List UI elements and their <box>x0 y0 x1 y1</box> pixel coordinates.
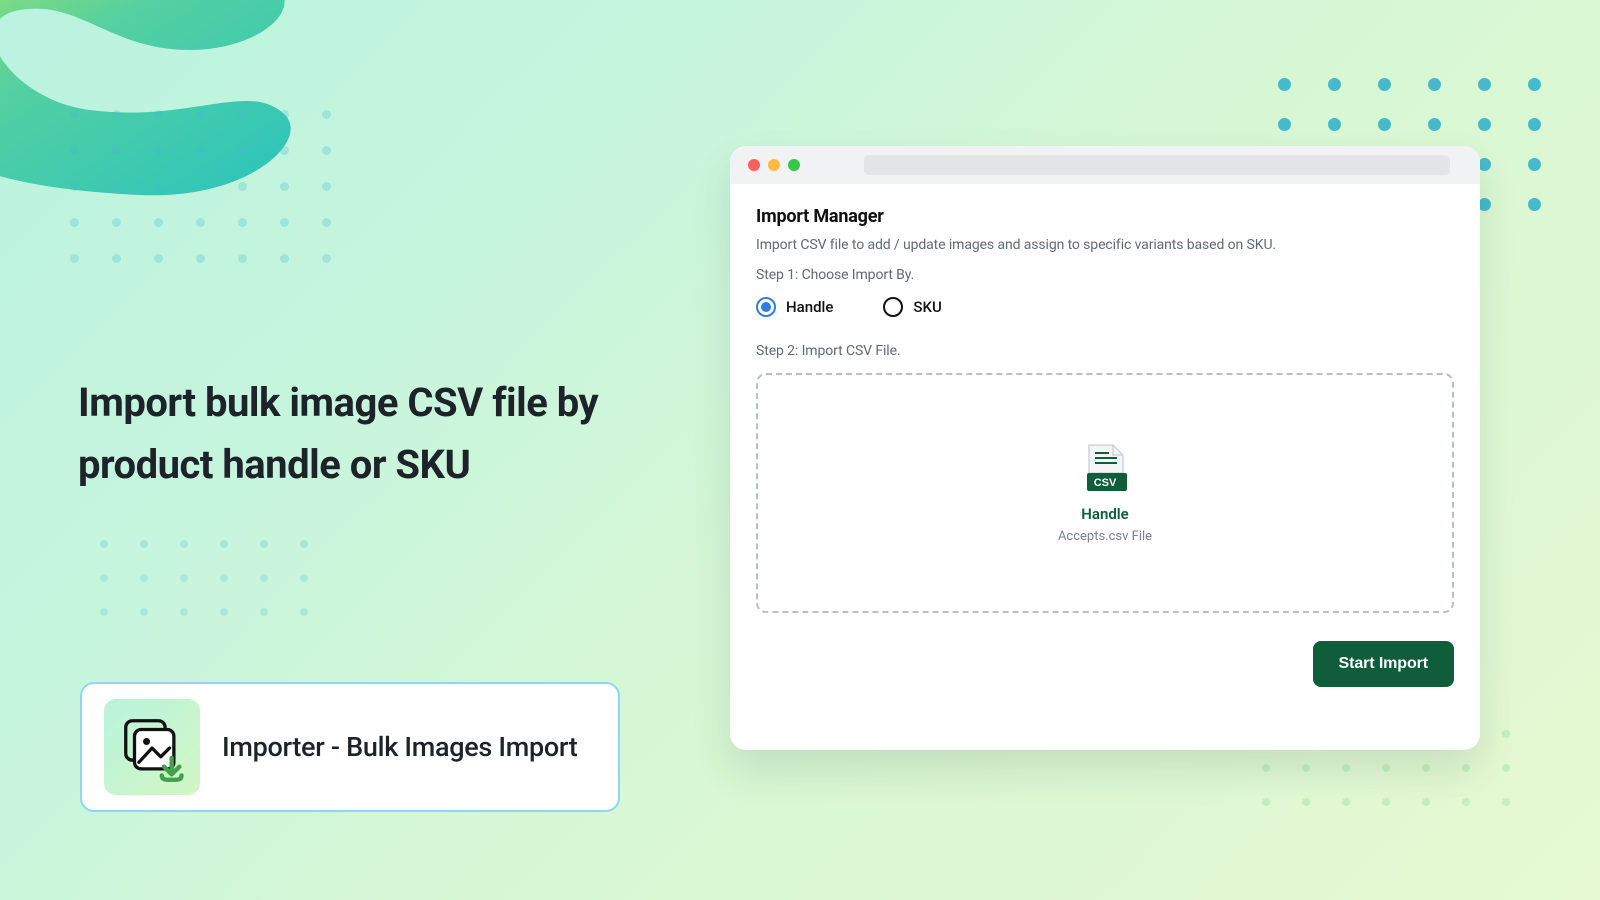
address-bar[interactable] <box>864 155 1450 175</box>
section-description: Import CSV file to add / update images a… <box>756 237 1454 253</box>
dropzone-subtext: Accepts.csv File <box>1058 529 1152 544</box>
decorative-dots-soft-left <box>70 110 330 262</box>
step-2-label: Step 2: Import CSV File. <box>756 343 1454 359</box>
radio-handle-label: Handle <box>786 298 833 316</box>
radio-sku[interactable]: SKU <box>883 297 941 317</box>
radio-sku-label: SKU <box>913 298 941 316</box>
step-1-label: Step 1: Choose Import By. <box>756 267 1454 283</box>
images-download-icon <box>117 712 187 782</box>
svg-text:CSV: CSV <box>1094 477 1117 489</box>
app-badge-label: Importer - Bulk Images Import <box>222 731 577 763</box>
radio-icon <box>756 297 776 317</box>
section-title: Import Manager <box>756 206 1454 227</box>
window-minimize-icon[interactable] <box>768 159 780 171</box>
decorative-blob <box>0 0 410 220</box>
app-badge-card: Importer - Bulk Images Import <box>80 682 620 812</box>
window-maximize-icon[interactable] <box>788 159 800 171</box>
app-badge-icon <box>104 699 200 795</box>
csv-file-icon: CSV <box>1083 443 1127 493</box>
start-import-button[interactable]: Start Import <box>1313 641 1454 687</box>
window-close-icon[interactable] <box>748 159 760 171</box>
page-headline: Import bulk image CSV file by product ha… <box>78 372 668 496</box>
decorative-dots-soft-bottom <box>100 540 308 616</box>
window-titlebar <box>730 146 1480 184</box>
import-manager-window: Import Manager Import CSV file to add / … <box>730 146 1480 750</box>
radio-icon <box>883 297 903 317</box>
radio-handle[interactable]: Handle <box>756 297 833 317</box>
dropzone-label: Handle <box>1081 505 1128 523</box>
csv-dropzone[interactable]: CSV Handle Accepts.csv File <box>756 373 1454 613</box>
